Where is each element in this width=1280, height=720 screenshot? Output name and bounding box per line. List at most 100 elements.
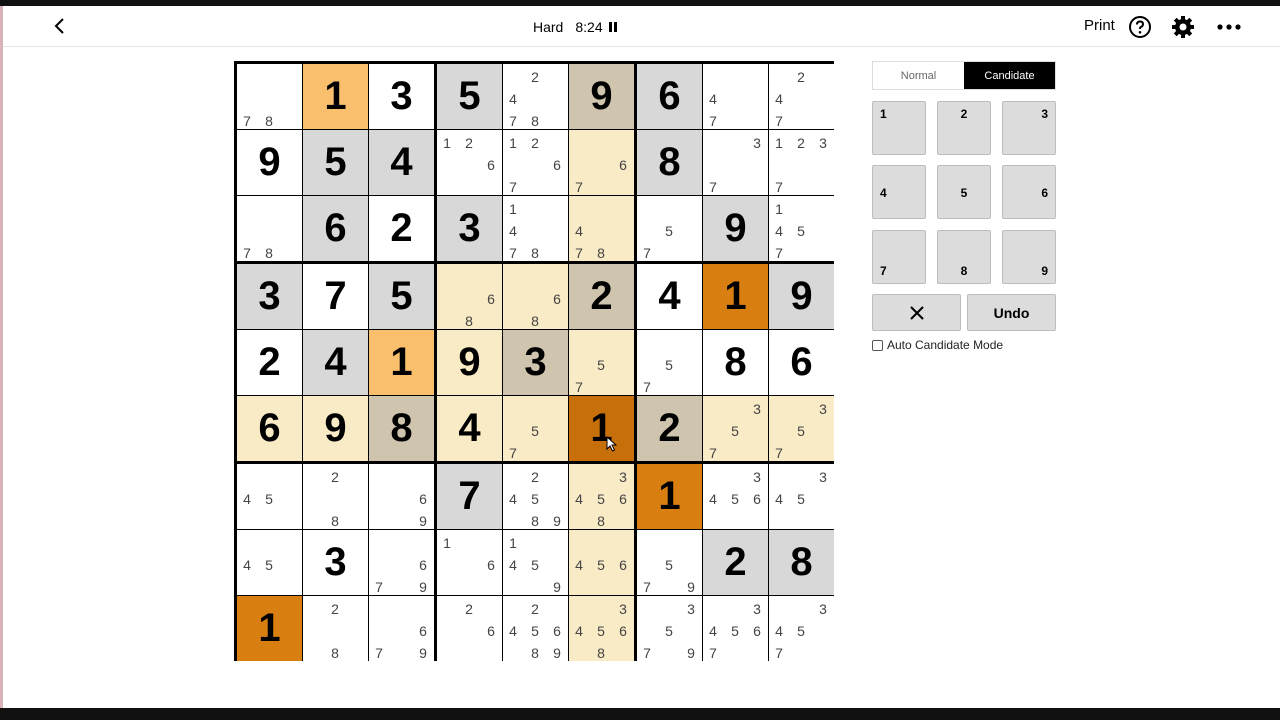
more-options-icon[interactable] xyxy=(1215,14,1243,40)
board-cell[interactable]: 57 xyxy=(503,396,568,461)
board-cell[interactable]: 1 4 78 xyxy=(503,196,568,261)
board-cell[interactable]: 1 xyxy=(303,64,368,129)
board-cell[interactable]: 16 xyxy=(437,530,502,595)
board-cell[interactable]: 456 xyxy=(569,530,634,595)
board-cell[interactable]: 3 456 7 xyxy=(703,596,768,661)
board-cell[interactable]: 1 xyxy=(237,596,302,661)
board-cell[interactable]: 9 xyxy=(437,330,502,395)
keypad-key-7[interactable]: 7 xyxy=(872,230,926,284)
pause-icon[interactable] xyxy=(608,22,617,32)
board-cell[interactable]: 5 xyxy=(437,64,502,129)
keypad-key-2[interactable]: 2 xyxy=(937,101,991,155)
board-cell[interactable]: 1 xyxy=(703,264,768,329)
board-cell[interactable]: 57 9 xyxy=(637,530,702,595)
board-cell[interactable]: 24 78 xyxy=(503,64,568,129)
board-cell[interactable]: 24 7 xyxy=(769,64,834,129)
auto-candidate-toggle[interactable]: Auto Candidate Mode xyxy=(872,338,1003,352)
board-cell[interactable]: 4 xyxy=(369,130,434,195)
board-cell[interactable]: 9 xyxy=(703,196,768,261)
keypad-key-9[interactable]: 9 xyxy=(1002,230,1056,284)
board-cell[interactable]: 78 xyxy=(237,64,302,129)
board-cell[interactable]: 2 xyxy=(637,396,702,461)
back-chevron-icon[interactable] xyxy=(47,12,75,40)
board-cell[interactable]: 47 xyxy=(703,64,768,129)
board-cell[interactable]: 69 xyxy=(369,464,434,529)
board-cell[interactable]: 6 xyxy=(769,330,834,395)
keypad-key-6[interactable]: 6 xyxy=(1002,165,1056,219)
board-cell[interactable]: 3 4568 xyxy=(569,464,634,529)
board-cell[interactable]: 4 xyxy=(437,396,502,461)
board-cell[interactable]: 45 xyxy=(237,530,302,595)
board-cell[interactable]: 6 7 9 xyxy=(369,530,434,595)
candidate-mode-button[interactable]: Candidate xyxy=(964,62,1055,89)
board-cell[interactable]: 4 xyxy=(303,330,368,395)
board-cell[interactable]: 2 xyxy=(369,196,434,261)
board-cell[interactable]: 6 xyxy=(303,196,368,261)
board-cell[interactable]: 6 xyxy=(237,396,302,461)
board-cell[interactable]: 45 xyxy=(237,464,302,529)
erase-button[interactable] xyxy=(872,294,961,331)
settings-gear-icon[interactable] xyxy=(1170,14,1196,40)
board-cell[interactable]: 9 xyxy=(769,264,834,329)
board-cell[interactable]: 57 xyxy=(637,196,702,261)
auto-candidate-checkbox[interactable] xyxy=(872,339,883,351)
keypad-key-3[interactable]: 3 xyxy=(1002,101,1056,155)
print-button[interactable]: Print xyxy=(1084,17,1115,34)
board-cell[interactable]: 3 xyxy=(503,330,568,395)
keypad-key-4[interactable]: 4 xyxy=(872,165,926,219)
board-cell[interactable]: 357 9 xyxy=(637,596,702,661)
keypad-key-8[interactable]: 8 xyxy=(937,230,991,284)
board-cell[interactable]: 78 xyxy=(237,196,302,261)
board-cell[interactable]: 37 xyxy=(703,130,768,195)
board-cell[interactable]: 3 xyxy=(437,196,502,261)
board-cell[interactable]: 3 4568 xyxy=(569,596,634,661)
board-cell[interactable]: 28 xyxy=(303,596,368,661)
board-cell[interactable]: 68 xyxy=(503,264,568,329)
board-cell[interactable]: 1 xyxy=(637,464,702,529)
keypad-key-1[interactable]: 1 xyxy=(872,101,926,155)
board-cell[interactable]: 26 xyxy=(437,596,502,661)
board-cell[interactable]: 2 xyxy=(237,330,302,395)
board-cell[interactable]: 8 xyxy=(369,396,434,461)
board-cell[interactable]: 245689 xyxy=(503,596,568,661)
board-cell[interactable]: 3 xyxy=(237,264,302,329)
board-cell[interactable]: 5 xyxy=(369,264,434,329)
board-cell[interactable]: 6 7 9 xyxy=(369,596,434,661)
board-cell[interactable]: 126 xyxy=(437,130,502,195)
board-cell[interactable]: 9 xyxy=(303,396,368,461)
normal-mode-button[interactable]: Normal xyxy=(873,62,964,89)
board-cell[interactable]: 57 xyxy=(637,330,702,395)
board-cell[interactable]: 57 xyxy=(569,330,634,395)
board-cell[interactable]: 2 xyxy=(703,530,768,595)
board-cell[interactable]: 6 xyxy=(637,64,702,129)
board-cell[interactable]: 357 xyxy=(703,396,768,461)
board-cell[interactable]: 8 xyxy=(637,130,702,195)
board-cell[interactable]: 3 xyxy=(303,530,368,595)
board-cell[interactable]: 1 xyxy=(569,396,634,461)
board-cell[interactable]: 245 89 xyxy=(503,464,568,529)
board-cell[interactable]: 68 xyxy=(437,264,502,329)
board-cell[interactable]: 126 7 xyxy=(503,130,568,195)
board-cell[interactable]: 3 xyxy=(369,64,434,129)
board-cell[interactable]: 3 45 xyxy=(769,464,834,529)
board-cell[interactable]: 1 xyxy=(369,330,434,395)
board-cell[interactable]: 4 78 xyxy=(569,196,634,261)
board-cell[interactable]: 7 xyxy=(437,464,502,529)
board-cell[interactable]: 4 xyxy=(637,264,702,329)
board-cell[interactable]: 8 xyxy=(769,530,834,595)
board-cell[interactable]: 357 xyxy=(769,396,834,461)
board-cell[interactable]: 9 xyxy=(237,130,302,195)
board-cell[interactable]: 1 457 xyxy=(769,196,834,261)
board-cell[interactable]: 3 457 xyxy=(769,596,834,661)
board-cell[interactable]: 67 xyxy=(569,130,634,195)
board-cell[interactable]: 9 xyxy=(569,64,634,129)
board-cell[interactable]: 8 xyxy=(703,330,768,395)
board-cell[interactable]: 28 xyxy=(303,464,368,529)
board-cell[interactable]: 1 459 xyxy=(503,530,568,595)
board-cell[interactable]: 3 456 xyxy=(703,464,768,529)
board-cell[interactable]: 2 xyxy=(569,264,634,329)
board-cell[interactable]: 7 xyxy=(303,264,368,329)
board-cell[interactable]: 123 7 xyxy=(769,130,834,195)
undo-button[interactable]: Undo xyxy=(967,294,1056,331)
help-icon[interactable] xyxy=(1127,14,1153,40)
